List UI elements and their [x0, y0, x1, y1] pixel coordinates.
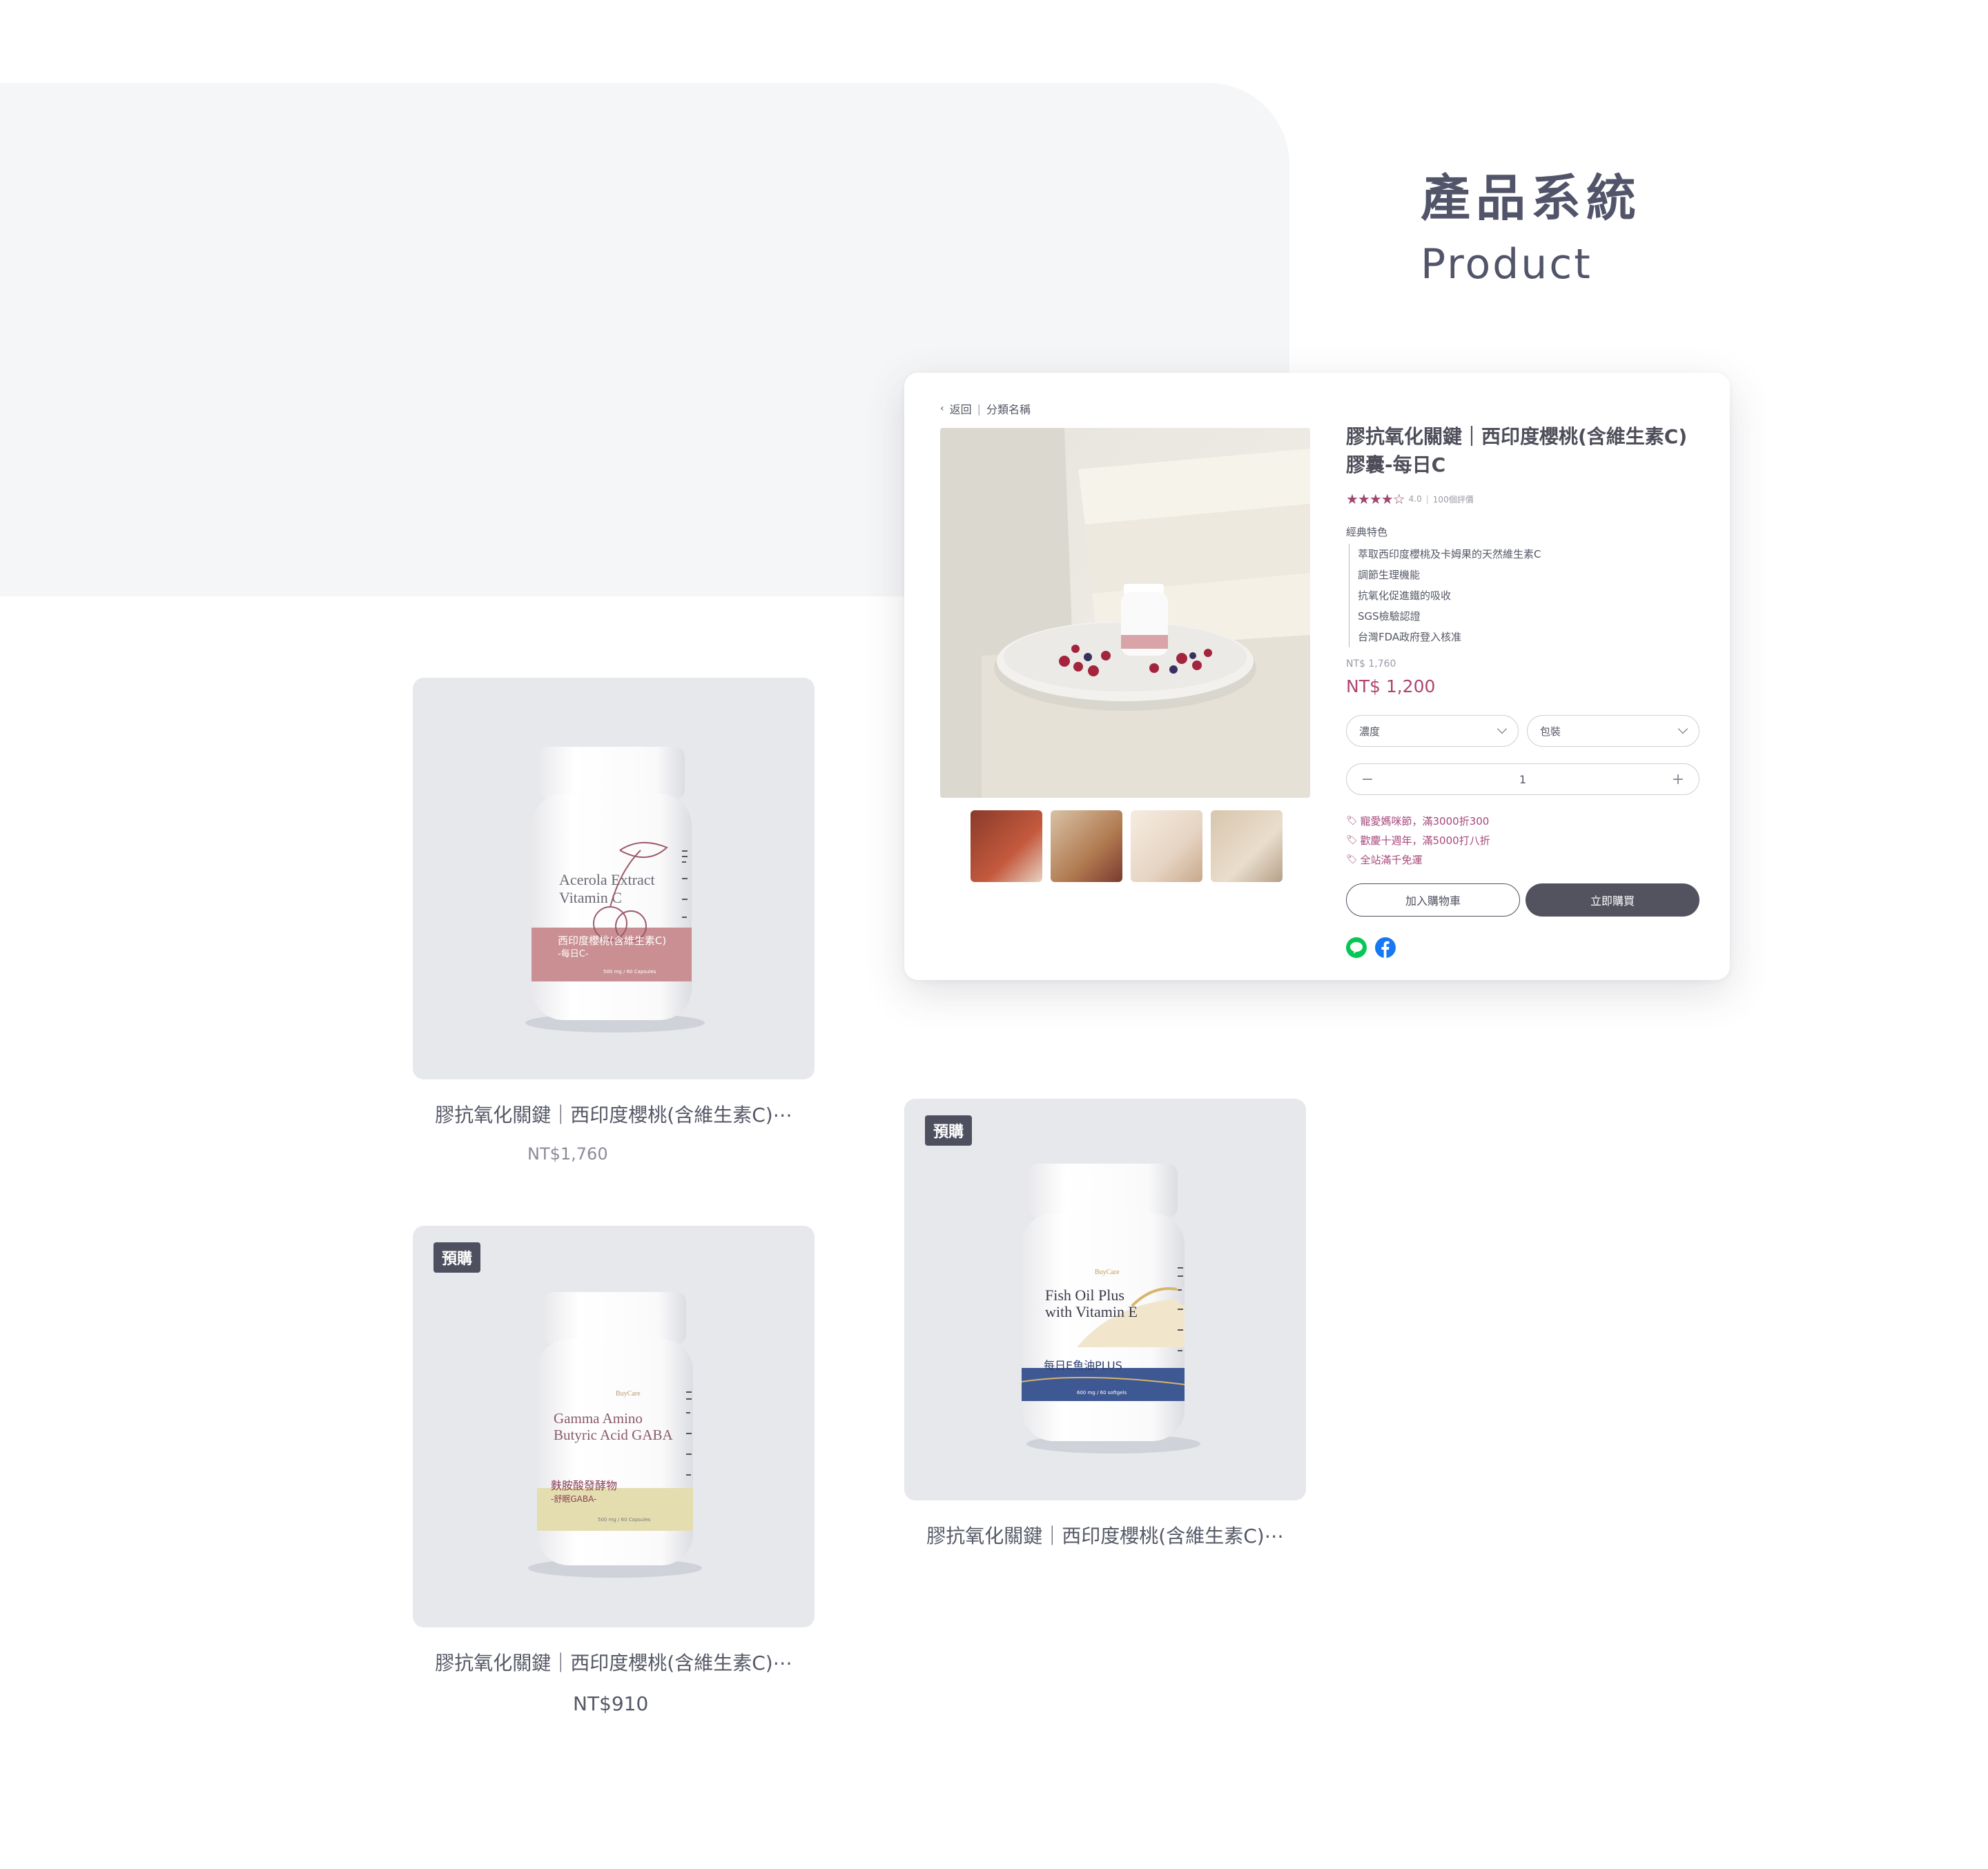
product-price-1: NT$1,760 — [527, 1144, 608, 1164]
product-image-2: BuyCare Fish Oil Plus with Vitamin E 每日E… — [1021, 1164, 1200, 1454]
bottle-1-en-1: Acerola Extract — [559, 871, 655, 888]
bottle-3-spec: 500 mg / 60 Capsules — [598, 1517, 651, 1523]
bottle-1-zh: 西印度櫻桃(含維生素C) — [558, 934, 666, 947]
product-image-3: BuyCare Gamma Amino Butyric Acid GABA 麩胺… — [528, 1292, 702, 1578]
bottle-3-brand: BuyCare — [616, 1390, 641, 1398]
tag-icon: 🏷 — [1346, 835, 1358, 845]
product-title: 膠抗氧化關鍵｜西印度櫻桃(含維生素C)膠囊-每日C — [1346, 425, 1688, 476]
breadcrumb: ‹ 返回 | 分類名稱 — [940, 400, 1031, 417]
thumbnail-strip — [971, 810, 1283, 882]
promo-text: 全站滿千免運 — [1360, 854, 1423, 866]
thumbnail-3[interactable] — [1131, 810, 1202, 882]
facebook-icon[interactable] — [1375, 937, 1396, 958]
section-title: 產品系統 — [1421, 169, 1642, 227]
quantity-stepper: − 1 + — [1346, 763, 1699, 795]
share-icons — [1346, 937, 1396, 958]
concentration-select-value: 濃度 — [1359, 725, 1381, 738]
tag-icon: 🏷 — [1346, 854, 1358, 865]
minus-icon[interactable]: − — [1359, 771, 1376, 788]
add-to-cart-button[interactable]: 加入購物車 — [1346, 883, 1520, 917]
breadcrumb-category[interactable]: 分類名稱 — [986, 400, 1031, 417]
package-select-value: 包裝 — [1540, 725, 1561, 738]
bottle-3-en-2: Butyric Acid GABA — [554, 1427, 673, 1443]
product-card-1[interactable]: Acerola Extract Vitamin C 西印度櫻桃(含維生素C) -… — [413, 678, 815, 1079]
product-card-3[interactable]: BuyCare Gamma Amino Butyric Acid GABA 麩胺… — [413, 1226, 815, 1627]
thumbnail-2[interactable] — [1051, 810, 1122, 882]
sale-price: NT$ 1,200 — [1346, 676, 1436, 696]
bottle-2-zh: 每日E魚油PLUS — [1044, 1359, 1122, 1372]
main-photo — [940, 428, 1310, 798]
preorder-badge-2: 預購 — [925, 1115, 973, 1146]
concentration-select[interactable]: 濃度 — [1346, 715, 1519, 747]
feature-item: 調節生理機能 — [1349, 565, 1541, 585]
tag-icon: 🏷 — [1346, 816, 1358, 826]
chevron-down-icon — [1497, 723, 1508, 734]
product-main-image[interactable] — [940, 428, 1310, 798]
section-subtitle: Product — [1421, 240, 1592, 288]
breadcrumb-separator: | — [977, 402, 982, 415]
product-card-2[interactable]: BuyCare Fish Oil Plus with Vitamin E 每日E… — [904, 1099, 1306, 1500]
product-name-3[interactable]: 膠抗氧化關鍵｜西印度櫻桃(含維生素C)⋯ — [413, 1648, 815, 1676]
features-list: 萃取西印度櫻桃及卡姆果的天然維生素C 調節生理機能 抗氧化促進鐵的吸收 SGS檢… — [1349, 544, 1541, 647]
promo-item[interactable]: 🏷 全站滿千免運 — [1346, 850, 1490, 870]
rating-reviews[interactable]: 100個評價 — [1433, 493, 1474, 505]
rating: ★★★★☆ 4.0 | 100個評價 — [1346, 491, 1474, 507]
feature-item: 台灣FDA政府登入核准 — [1349, 627, 1541, 647]
bottle-3-sub: -舒眠GABA- — [551, 1494, 596, 1504]
star-rating-icon: ★★★★☆ — [1346, 491, 1405, 507]
rating-score: 4.0 — [1408, 494, 1422, 504]
thumbnail-1[interactable] — [971, 810, 1042, 882]
bottle-3-zh: 麩胺酸發酵物 — [551, 1479, 617, 1492]
thumbnail-4[interactable] — [1211, 810, 1283, 882]
feature-item: 萃取西印度櫻桃及卡姆果的天然維生素C — [1349, 544, 1541, 565]
feature-item: 抗氧化促進鐵的吸收 — [1349, 585, 1541, 606]
buy-now-button[interactable]: 立即購買 — [1526, 883, 1699, 917]
plus-icon[interactable]: + — [1670, 771, 1686, 788]
original-price: NT$ 1,760 — [1346, 658, 1396, 669]
feature-item: SGS檢驗認證 — [1349, 606, 1541, 627]
features-title: 經典特色 — [1346, 526, 1388, 538]
product-image-1: Acerola Extract Vitamin C 西印度櫻桃(含維生素C) -… — [525, 747, 705, 1033]
bottle-3-en-1: Gamma Amino — [554, 1410, 643, 1427]
promo-text: 歡慶十週年，滿5000打八折 — [1360, 834, 1490, 847]
package-select[interactable]: 包裝 — [1527, 715, 1699, 747]
promo-text: 寵愛媽咪節，滿3000折300 — [1360, 815, 1490, 828]
promotions: 🏷 寵愛媽咪節，滿3000折300 🏷 歡慶十週年，滿5000打八折 🏷 全站滿千免運 — [1346, 812, 1490, 870]
product-price-3: NT$910 — [573, 1692, 649, 1715]
bottle-2-en-2: with Vitamin E — [1045, 1303, 1138, 1320]
promo-item[interactable]: 🏷 寵愛媽咪節，滿3000折300 — [1346, 812, 1490, 831]
product-name-2[interactable]: 膠抗氧化關鍵｜西印度櫻桃(含維生素C)⋯ — [904, 1521, 1306, 1549]
product-detail-card: ‹ 返回 | 分類名稱 膠抗氧化關鍵｜西印度櫻桃(含維生素C)膠囊-每日C ★★… — [904, 373, 1730, 980]
bottle-1-sub: -每日C- — [558, 948, 589, 959]
chevron-left-icon[interactable]: ‹ — [940, 403, 944, 414]
breadcrumb-back[interactable]: 返回 — [950, 400, 972, 417]
bottle-1-spec: 500 mg / 60 Capsules — [603, 969, 656, 975]
chevron-down-icon — [1677, 723, 1688, 734]
promo-item[interactable]: 🏷 歡慶十週年，滿5000打八折 — [1346, 831, 1490, 850]
preorder-badge-3: 預購 — [433, 1242, 481, 1273]
quantity-value[interactable]: 1 — [1519, 773, 1526, 786]
line-icon[interactable] — [1346, 937, 1367, 958]
bottle-2-brand: BuyCare — [1095, 1269, 1120, 1276]
bottle-2-spec: 600 mg / 60 softgels — [1077, 1390, 1127, 1396]
product-name-1[interactable]: 膠抗氧化關鍵｜西印度櫻桃(含維生素C)⋯ — [413, 1100, 815, 1128]
bottle-2-en-1: Fish Oil Plus — [1045, 1286, 1124, 1304]
